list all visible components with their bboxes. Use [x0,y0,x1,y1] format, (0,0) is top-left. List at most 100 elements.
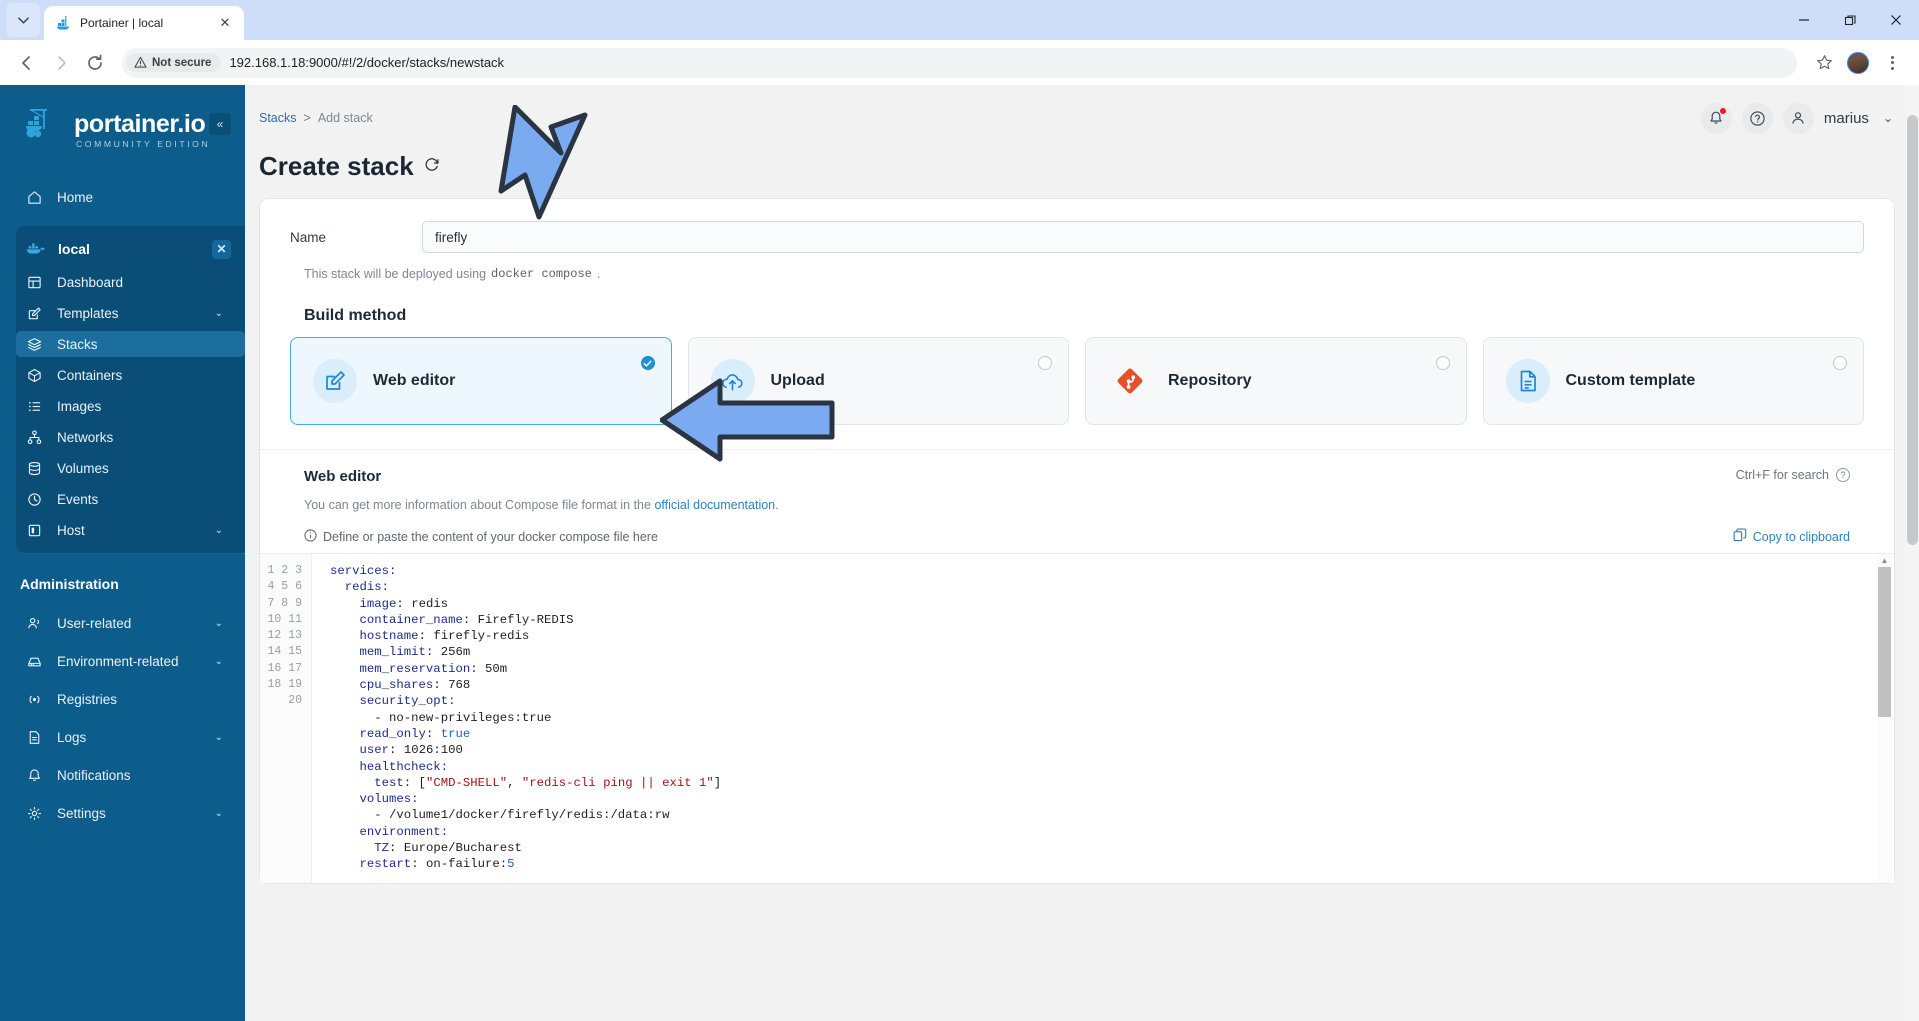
web-editor-description: You can get more information about Compo… [304,498,779,512]
official-documentation-link[interactable]: official documentation [654,498,775,512]
sidebar-item-events[interactable]: Events [16,486,245,512]
define-hint: Define or paste the content of your dock… [304,528,658,545]
home-icon [26,190,43,205]
forward-button[interactable] [46,48,76,78]
chevron-down-icon[interactable]: ⌄ [215,732,223,743]
window-minimize-button[interactable] [1781,0,1827,40]
site-security-indicator[interactable]: Not secure [126,53,222,72]
volumes-icon [26,461,43,476]
build-method-label: Repository [1168,372,1252,389]
app-shell: portainer.io COMMUNITY EDITION « Home lo… [0,85,1919,1021]
sidebar-environment-close-icon[interactable]: ✕ [212,239,231,259]
sidebar-item-label: Home [57,189,94,205]
chevron-down-icon[interactable]: ⌄ [215,525,223,536]
tab-close-icon[interactable]: ✕ [216,14,234,32]
notifications-button[interactable] [1700,102,1732,134]
build-method-label: Web editor [373,372,456,389]
sidebar-item-label: Stacks [57,336,98,352]
sidebar-item-label: Settings [57,805,106,821]
chevron-down-icon[interactable]: ⌄ [215,808,223,819]
help-button[interactable] [1741,102,1773,134]
page-scrollbar[interactable] [1905,85,1919,1021]
chevron-down-icon[interactable]: ⌄ [215,308,223,319]
browser-tab-bar: Portainer | local ✕ [0,0,1919,40]
build-method-radio[interactable] [1833,356,1847,370]
reload-button[interactable] [80,48,110,78]
sidebar-item-containers[interactable]: Containers [16,362,245,388]
build-method-web-editor[interactable]: Web editor [290,337,672,425]
top-bar: Stacks > Add stack marius ⌄ [245,85,1919,151]
back-button[interactable] [12,48,42,78]
logo-subtitle: COMMUNITY EDITION [76,139,211,150]
sidebar-environment-local[interactable]: local ✕ [16,234,245,264]
user-name-label[interactable]: marius [1824,110,1869,127]
code-editor-scrollbar[interactable]: ▲ [1877,554,1892,883]
chevron-down-icon[interactable]: ⌄ [1883,111,1893,125]
sidebar-item-label: Networks [57,429,114,445]
address-bar[interactable]: Not secure 192.168.1.18:9000/#!/2/docker… [122,47,1797,78]
code-content[interactable]: services: redis: image: redis container_… [312,554,1894,883]
user-avatar-icon[interactable] [1782,102,1814,134]
web-editor-title: Web editor [304,468,382,485]
scroll-up-arrow-icon[interactable]: ▲ [1881,556,1889,565]
breadcrumb-current: Add stack [317,111,373,125]
url-text: 192.168.1.18:9000/#!/2/docker/stacks/new… [229,55,505,70]
sidebar-item-logs[interactable]: Logs ⌄ [0,724,245,750]
help-icon[interactable]: ? [1836,468,1850,482]
sidebar-item-label: Templates [57,305,119,321]
sidebar-administration-title: Administration [20,576,119,592]
sidebar-item-host[interactable]: Host ⌄ [16,517,245,543]
sidebar-item-templates[interactable]: Templates ⌄ [16,300,245,326]
sidebar-item-settings[interactable]: Settings ⌄ [0,800,245,826]
stack-name-input[interactable] [422,221,1864,253]
browser-tab[interactable]: Portainer | local ✕ [44,6,244,40]
images-icon [26,399,43,414]
git-icon [1108,359,1152,403]
refresh-icon[interactable] [423,156,440,178]
chevron-down-icon[interactable]: ⌄ [215,656,223,667]
sidebar-collapse-button[interactable]: « [209,113,231,135]
sidebar-item-home[interactable]: Home [0,184,245,210]
tab-search-button[interactable] [6,3,40,37]
build-method-upload[interactable]: Upload [687,337,1069,425]
sidebar-item-volumes[interactable]: Volumes [16,455,245,481]
document-icon [1505,359,1550,403]
copy-icon [1733,528,1747,545]
sidebar-item-stacks[interactable]: Stacks [16,331,245,357]
browser-toolbar: Not secure 192.168.1.18:9000/#!/2/docker… [0,40,1919,85]
build-method-repository[interactable]: Repository [1085,337,1467,425]
sidebar-item-images[interactable]: Images [16,393,245,419]
sidebar-item-dashboard[interactable]: Dashboard [16,269,245,295]
code-line: redis: [330,580,390,595]
create-stack-panel: Name This stack will be deployed using d… [259,198,1895,884]
code-line: services: [330,564,397,578]
define-row: Define or paste the content of your dock… [260,512,1894,553]
sidebar-item-networks[interactable]: Networks [16,424,245,450]
build-method-label: Upload [770,372,825,389]
build-method-radio[interactable] [1435,356,1450,370]
upload-cloud-icon [710,359,755,403]
window-close-button[interactable] [1873,0,1919,40]
profile-avatar[interactable] [1843,48,1873,78]
breadcrumb-separator: > [303,111,311,125]
deploy-hint-suffix: . [596,267,601,281]
sidebar-item-label: Dashboard [57,274,124,290]
sidebar-item-notifications[interactable]: Notifications [0,762,245,788]
sidebar-item-registries[interactable]: Registries [0,686,245,712]
code-scrollbar-thumb[interactable] [1878,567,1891,717]
page-scrollbar-thumb[interactable] [1907,115,1918,545]
build-method-options: Web editor Upload Repository Custom temp… [290,337,1864,425]
breadcrumb-stacks[interactable]: Stacks [259,111,297,125]
bookmark-star-icon[interactable] [1809,48,1839,78]
copy-to-clipboard-button[interactable]: Copy to clipboard [1733,528,1850,545]
build-method-custom-template[interactable]: Custom template [1482,337,1864,425]
build-method-radio-selected[interactable] [640,356,655,370]
code-line: test: ["CMD-SHELL", "redis-cli ping || e… [330,775,722,790]
chevron-down-icon[interactable]: ⌄ [215,618,223,629]
sidebar-item-user-related[interactable]: User-related ⌄ [0,610,245,636]
sidebar-item-environment-related[interactable]: Environment-related ⌄ [0,648,245,674]
build-method-radio[interactable] [1038,356,1052,370]
window-maximize-button[interactable] [1827,0,1873,40]
browser-menu-button[interactable] [1877,48,1907,78]
code-editor[interactable]: 1 2 3 4 5 6 7 8 9 10 11 12 13 14 15 16 1… [260,553,1894,883]
